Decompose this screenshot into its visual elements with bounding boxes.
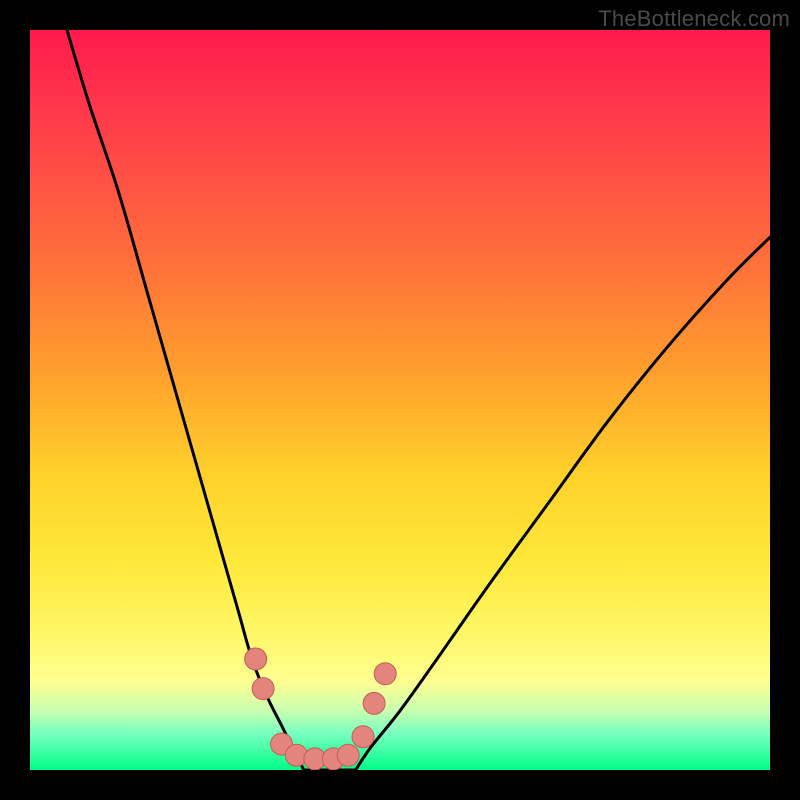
- curve-group: [67, 30, 770, 770]
- watermark-text: TheBottleneck.com: [598, 6, 790, 32]
- curve-right-curve: [356, 237, 770, 770]
- curve-left-curve: [67, 30, 304, 770]
- marker-point: [352, 726, 374, 748]
- marker-point: [363, 692, 385, 714]
- chart-area: [30, 30, 770, 770]
- marker-point: [374, 663, 396, 685]
- marker-point: [245, 648, 267, 670]
- marker-point: [252, 678, 274, 700]
- marker-group: [245, 648, 397, 770]
- bottleneck-plot: [30, 30, 770, 770]
- marker-point: [337, 744, 359, 766]
